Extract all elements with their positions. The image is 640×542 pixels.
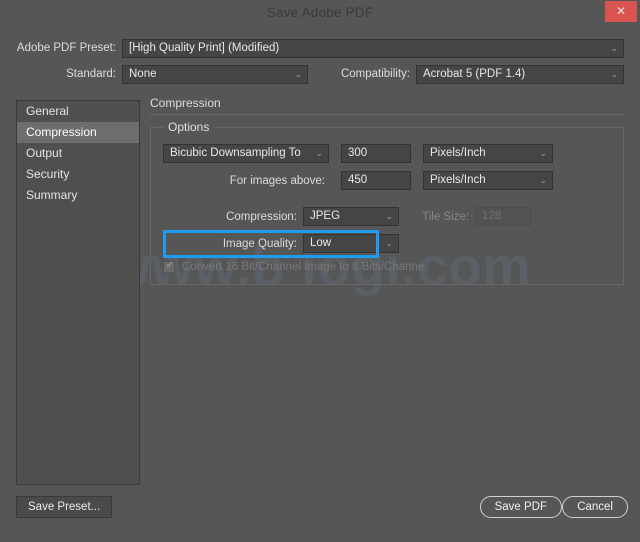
image-quality-label: Image Quality: — [222, 237, 297, 250]
compression-row: Compression: JPEG ⌄ Tile Size: 128 — [163, 207, 531, 226]
for-images-above-input[interactable]: 450 — [341, 171, 411, 190]
standard-compatibility-row: Standard: None ⌄ Compatibility: Acrobat … — [16, 63, 624, 85]
downsample-unit-value: Pixels/Inch — [430, 147, 486, 159]
chevron-down-icon: ⌄ — [385, 211, 393, 221]
downsample-row: Bicubic Downsampling To ⌄ 300 Pixels/Inc… — [163, 144, 553, 163]
panel-title: Compression — [150, 96, 221, 110]
dialog-footer: Save Preset... Save PDF Cancel — [0, 486, 640, 542]
compatibility-value: Acrobat 5 (PDF 1.4) — [423, 67, 526, 80]
chevron-down-icon: ⌄ — [610, 42, 618, 53]
sidebar-item-output[interactable]: Output — [17, 143, 139, 164]
image-quality-value: Low — [310, 237, 332, 249]
tile-size-input: 128 — [475, 207, 531, 226]
compatibility-select[interactable]: Acrobat 5 (PDF 1.4) ⌄ — [416, 64, 624, 84]
sidebar-item-summary[interactable]: Summary — [17, 185, 139, 206]
compression-panel: Compression Options Bicubic Downsampling… — [150, 96, 624, 285]
convert-16bit-row[interactable]: Convert 16 Bit/Channel Image to 8 Bits/C… — [163, 260, 425, 273]
standard-label: Standard: — [66, 68, 116, 80]
adobe-pdf-preset-select[interactable]: [High Quality Print] (Modified) ⌄ — [122, 38, 624, 58]
save-pdf-button[interactable]: Save PDF — [479, 496, 562, 518]
chevron-down-icon: ⌄ — [539, 175, 547, 185]
adobe-pdf-preset-label: Adobe PDF Preset: — [16, 42, 116, 54]
chevron-down-icon: ⌄ — [315, 148, 323, 158]
chevron-down-icon: ⌄ — [539, 148, 547, 158]
downsample-resolution-input[interactable]: 300 — [341, 144, 411, 163]
downsample-method-value: Bicubic Downsampling To — [170, 147, 301, 159]
compatibility-label: Compatibility: — [340, 68, 410, 80]
standard-value: None — [129, 67, 157, 80]
cancel-button[interactable]: Cancel — [562, 496, 628, 518]
adobe-pdf-preset-row: Adobe PDF Preset: [High Quality Print] (… — [16, 37, 624, 59]
save-preset-button[interactable]: Save Preset... — [16, 496, 113, 518]
save-adobe-pdf-dialog: www.b logi.com Save Adobe PDF ✕ Adobe PD… — [0, 0, 640, 542]
sidebar-item-compression[interactable]: Compression — [17, 122, 139, 143]
page-title: Save Adobe PDF — [266, 5, 374, 20]
downsample-method-select[interactable]: Bicubic Downsampling To ⌄ — [163, 144, 329, 163]
for-images-above-row: For images above: 450 Pixels/Inch ⌄ — [163, 171, 553, 190]
for-images-above-label: For images above: — [229, 174, 325, 187]
title-bar: Save Adobe PDF ✕ — [0, 0, 640, 25]
options-group-legend: Options — [163, 120, 215, 134]
compression-select[interactable]: JPEG ⌄ — [303, 207, 399, 226]
adobe-pdf-preset-value: [High Quality Print] (Modified) — [129, 41, 280, 54]
sidebar-item-general[interactable]: General — [17, 101, 139, 122]
settings-category-list[interactable]: General Compression Output Security Summ… — [16, 100, 140, 485]
chevron-down-icon: ⌄ — [294, 68, 302, 79]
tile-size-label: Tile Size: — [422, 210, 469, 223]
checkbox-checked-icon[interactable] — [163, 260, 176, 273]
chevron-down-icon: ⌄ — [385, 238, 393, 248]
compression-value: JPEG — [310, 210, 341, 222]
for-images-above-unit-select[interactable]: Pixels/Inch ⌄ — [423, 171, 553, 190]
close-icon[interactable]: ✕ — [605, 1, 637, 22]
compression-label: Compression: — [226, 210, 297, 223]
for-images-above-unit-value: Pixels/Inch — [430, 174, 486, 186]
options-group: Options Bicubic Downsampling To ⌄ 300 Pi… — [150, 120, 624, 285]
downsample-unit-select[interactable]: Pixels/Inch ⌄ — [423, 144, 553, 163]
image-quality-row: Image Quality: Low ⌄ — [163, 234, 399, 253]
sidebar-item-security[interactable]: Security — [17, 164, 139, 185]
panel-divider — [150, 114, 624, 115]
image-quality-select[interactable]: Low ⌄ — [303, 234, 399, 253]
chevron-down-icon: ⌄ — [610, 68, 618, 79]
convert-16bit-label: Convert 16 Bit/Channel Image to 8 Bits/C… — [182, 261, 425, 273]
standard-select[interactable]: None ⌄ — [122, 64, 308, 84]
